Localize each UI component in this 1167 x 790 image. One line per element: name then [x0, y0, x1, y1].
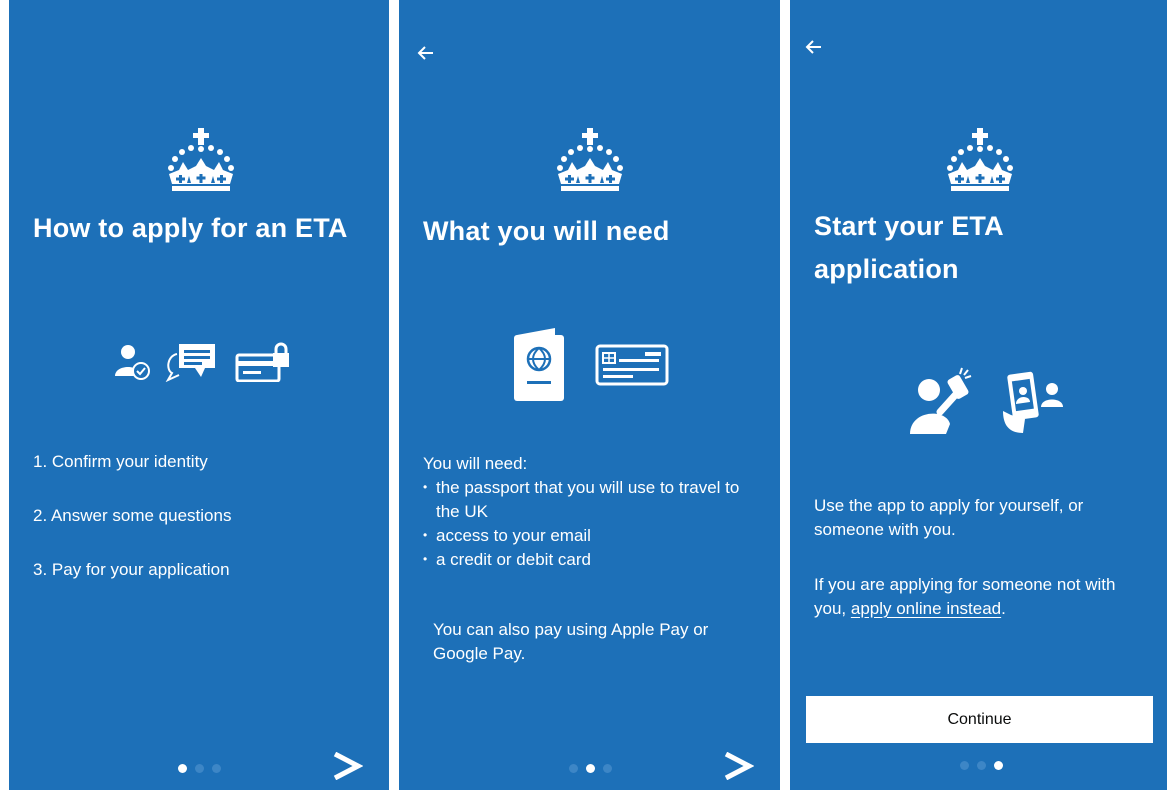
royal-crown-icon [555, 128, 625, 192]
page-dot-2 [977, 761, 986, 770]
page-indicator [960, 761, 1003, 770]
needs-intro: You will need: [423, 454, 528, 473]
person-check-icon [115, 345, 150, 380]
onboarding-screen-start-application: Start your ETA application Use the app t… [790, 0, 1167, 790]
page-dot-2 [195, 764, 204, 773]
locked-card-icon [235, 342, 289, 382]
list-item: access to your email [423, 523, 760, 548]
step-answer-questions: 2. Answer some questions [33, 506, 232, 525]
list-item: the passport that you will use to travel… [423, 475, 760, 524]
list-item: a credit or debit card [423, 547, 760, 572]
needs-section: You will need: the passport that you wil… [423, 452, 760, 572]
continue-button[interactable]: Continue [806, 696, 1153, 743]
royal-crown-icon [945, 128, 1015, 192]
phone-id-icon [1003, 371, 1063, 433]
page-dot-3 [603, 764, 612, 773]
page-dot-2 [586, 764, 595, 773]
speech-bubble-icon [165, 344, 215, 382]
onboarding-screen-what-you-need: What you will need You will need: the pa… [399, 0, 780, 790]
step-pay: 3. Pay for your application [33, 560, 230, 579]
page-title: How to apply for an ETA [33, 213, 348, 243]
onboarding-screen-how-to-apply: How to apply for an ETA 1. Confirm your … [9, 0, 389, 790]
payment-note: You can also pay using Apple Pay or Goog… [433, 620, 709, 663]
selfie-icon [910, 367, 972, 434]
page-title: What you will need [423, 216, 670, 246]
apply-online-link[interactable]: apply online instead [851, 599, 1001, 618]
apply-online-suffix: . [1001, 599, 1006, 618]
chevron-right-icon[interactable] [722, 752, 754, 780]
royal-crown-icon [166, 128, 236, 192]
page-dot-1 [960, 761, 969, 770]
back-arrow-icon[interactable] [413, 40, 439, 66]
page-indicator [569, 764, 612, 773]
chevron-right-icon[interactable] [331, 752, 363, 780]
needs-list: the passport that you will use to travel… [423, 475, 760, 572]
page-dot-3 [212, 764, 221, 773]
passport-icon [514, 328, 564, 401]
credit-card-icon [595, 344, 669, 386]
page-dot-1 [569, 764, 578, 773]
page-dot-3 [994, 761, 1003, 770]
page-indicator [178, 764, 221, 773]
intro-paragraph: Use the app to apply for yourself, or so… [814, 496, 1084, 539]
back-arrow-icon[interactable] [801, 34, 827, 60]
page-dot-1 [178, 764, 187, 773]
page-title: Start your ETA application [814, 211, 1003, 284]
apply-online-paragraph: If you are applying for someone not with… [814, 573, 1149, 621]
step-confirm-identity: 1. Confirm your identity [33, 452, 208, 471]
